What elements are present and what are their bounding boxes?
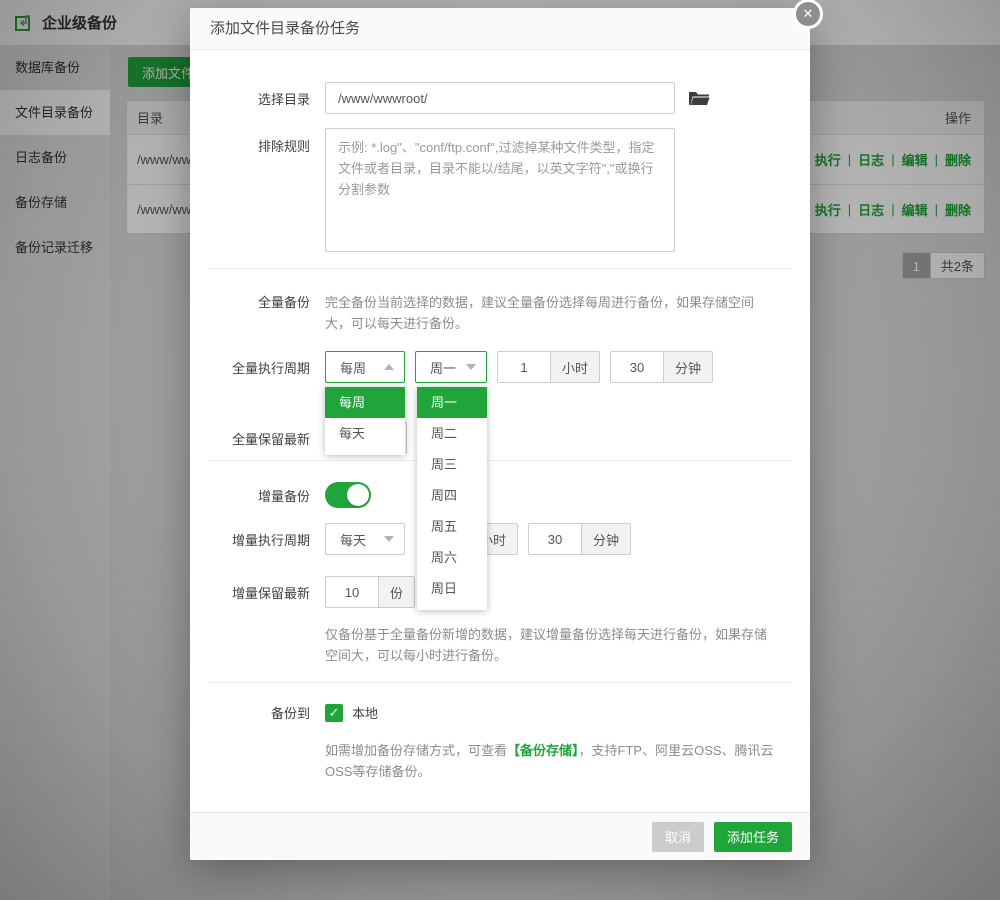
- full-cycle-row: 全量执行周期 每周 周一 小时 分钟: [210, 351, 713, 383]
- incr-toggle[interactable]: [325, 482, 371, 508]
- toggle-knob: [347, 484, 369, 506]
- day-option-mon[interactable]: 周一: [417, 387, 487, 418]
- local-label: 本地: [352, 703, 378, 722]
- divider: [210, 268, 790, 269]
- dest-desc-before: 如需增加备份存储方式，可查看: [325, 743, 507, 758]
- chevron-up-icon: [384, 364, 394, 370]
- full-freq-value: 每周: [340, 358, 366, 377]
- full-backup-desc: 完全备份当前选择的数据，建议全量备份选择每周进行备份，如果存储空间大，可以每天进…: [325, 292, 773, 334]
- backup-dest-desc: 如需增加备份存储方式，可查看【备份存储】，支持FTP、阿里云OSS、腾讯云OSS…: [325, 740, 780, 782]
- select-dir-label: 选择目录: [210, 89, 310, 108]
- chevron-down-icon: [384, 536, 394, 542]
- divider: [210, 682, 790, 683]
- incr-backup-label: 增量备份: [210, 486, 310, 505]
- incr-keep-row: 增量保留最新 份: [210, 576, 415, 608]
- folder-icon[interactable]: [688, 89, 710, 107]
- incr-freq-value: 每天: [340, 530, 366, 549]
- incr-keep-group: 份: [325, 576, 415, 608]
- check-icon: ✓: [329, 705, 340, 720]
- full-minute-unit: 分钟: [663, 352, 712, 382]
- exclude-rules-row: 排除规则: [210, 128, 675, 252]
- freq-dropdown: 每周 每天: [325, 387, 405, 455]
- full-minute-group: 分钟: [610, 351, 713, 383]
- select-dir-row: 选择目录: [210, 82, 710, 114]
- full-day-select[interactable]: 周一: [415, 351, 487, 383]
- day-option-thu[interactable]: 周四: [417, 480, 487, 511]
- exclude-rules-label: 排除规则: [210, 136, 310, 155]
- full-cycle-label: 全量执行周期: [210, 358, 310, 377]
- full-keep-label: 全量保留最新: [210, 429, 310, 448]
- incr-keep-unit: 份: [378, 577, 414, 607]
- add-backup-task-modal: 添加文件目录备份任务 ✕ 选择目录 排除规则 全量备份 完全备份当前选择的数据，…: [190, 8, 810, 860]
- chevron-down-icon: [466, 364, 476, 370]
- backup-storage-link[interactable]: 【备份存储】: [507, 743, 579, 758]
- incr-cycle-label: 增量执行周期: [210, 530, 310, 549]
- modal-footer: 取消 添加任务: [190, 812, 810, 860]
- incr-backup-row: 增量备份: [210, 482, 371, 508]
- incr-minute-input[interactable]: [529, 524, 581, 554]
- backup-dest-label: 备份到: [210, 703, 310, 722]
- freq-option-weekly[interactable]: 每周: [325, 387, 405, 418]
- divider: [210, 460, 790, 461]
- full-freq-select[interactable]: 每周: [325, 351, 405, 383]
- day-option-fri[interactable]: 周五: [417, 511, 487, 542]
- close-icon: ✕: [803, 6, 814, 22]
- modal-title: 添加文件目录备份任务: [190, 8, 810, 50]
- incr-minute-group: 分钟: [528, 523, 631, 555]
- close-button[interactable]: ✕: [793, 0, 823, 29]
- incr-freq-select[interactable]: 每天: [325, 523, 405, 555]
- day-option-tue[interactable]: 周二: [417, 418, 487, 449]
- incr-minute-unit: 分钟: [581, 524, 630, 554]
- full-hour-input[interactable]: [498, 352, 550, 382]
- freq-option-daily[interactable]: 每天: [325, 418, 405, 449]
- exclude-rules-textarea[interactable]: [325, 128, 675, 252]
- day-option-wed[interactable]: 周三: [417, 449, 487, 480]
- full-day-value: 周一: [430, 358, 456, 377]
- cancel-button[interactable]: 取消: [652, 822, 704, 852]
- full-minute-input[interactable]: [611, 352, 663, 382]
- full-backup-row: 全量备份 完全备份当前选择的数据，建议全量备份选择每周进行备份，如果存储空间大，…: [210, 292, 773, 334]
- incr-backup-desc: 仅备份基于全量备份新增的数据，建议增量备份选择每天进行备份，如果存储空间大，可以…: [325, 624, 777, 666]
- local-checkbox[interactable]: ✓: [325, 704, 343, 722]
- submit-button[interactable]: 添加任务: [714, 822, 792, 852]
- backup-dest-row: 备份到 ✓ 本地: [210, 703, 378, 722]
- day-option-sun[interactable]: 周日: [417, 573, 487, 604]
- day-dropdown: 周一 周二 周三 周四 周五 周六 周日: [417, 387, 487, 610]
- full-backup-label: 全量备份: [210, 292, 310, 311]
- day-option-sat[interactable]: 周六: [417, 542, 487, 573]
- dir-input[interactable]: [325, 82, 675, 114]
- incr-keep-label: 增量保留最新: [210, 583, 310, 602]
- full-hour-group: 小时: [497, 351, 600, 383]
- incr-keep-input[interactable]: [326, 577, 378, 607]
- full-hour-unit: 小时: [550, 352, 599, 382]
